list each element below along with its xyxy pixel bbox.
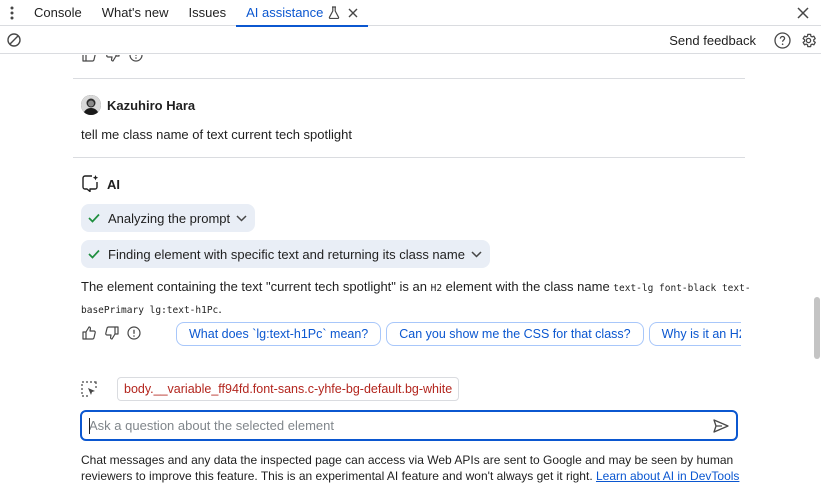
step-analyzing-prompt[interactable]: Analyzing the prompt [81,204,256,232]
user-message-header: Kazuhiro Hara [81,95,195,115]
suggestion-chip[interactable]: What does `lg:text-h1Pc` mean? [176,322,382,346]
tab-ai-assistance[interactable]: AI assistance [236,0,369,27]
divider [73,157,745,158]
ai-sparkle-icon [81,174,99,195]
answer-text: The element containing the text "current… [81,279,431,294]
tab-console[interactable]: Console [24,0,92,26]
tab-label: Console [34,5,82,20]
select-element-icon[interactable] [81,379,107,399]
ai-toolbar: Send feedback [0,27,821,54]
avatar [81,95,101,115]
step-label: Analyzing the prompt [108,210,231,226]
disclaimer: Chat messages and any data the inspected… [81,452,749,484]
ai-name: AI [107,177,120,192]
more-vert-icon[interactable] [0,0,24,26]
chevron-down-icon [236,214,247,222]
tab-issues[interactable]: Issues [179,0,237,26]
step-finding-element[interactable]: Finding element with specific text and r… [81,240,490,268]
answer-code-tag: H2 [430,283,443,294]
tab-label: Issues [188,5,227,20]
prompt-input[interactable] [82,412,706,439]
text-caret [89,418,90,434]
suggestion-chip[interactable]: Can you show me the CSS for that class? [386,322,644,346]
prompt-input-container [80,410,738,441]
tab-bar: Console What's new Issues AI assistance [0,0,821,27]
answer-text: element with the class name [442,279,614,294]
ai-answer-text: The element containing the text "current… [81,277,751,321]
learn-more-link[interactable]: Learn about AI in DevTools [596,469,739,483]
suggestion-chip[interactable]: Why is it an H2 element? [648,322,741,346]
send-icon[interactable] [706,412,736,439]
scrollbar[interactable] [812,55,821,448]
user-message-text: tell me class name of text current tech … [81,127,352,142]
selected-context: body.__variable_ff94fd.font-sans.c-yhfe-… [81,377,460,401]
divider [73,78,745,79]
tab-whats-new[interactable]: What's new [92,0,179,26]
thumbs-down-icon[interactable] [104,325,120,344]
scrollbar-thumb[interactable] [814,297,820,359]
user-name: Kazuhiro Hara [107,97,196,113]
close-icon[interactable] [793,3,813,23]
gear-icon[interactable] [795,27,821,53]
thumbs-up-icon[interactable] [81,325,97,344]
flask-icon [328,6,340,19]
ai-message-header: AI [81,174,120,195]
check-icon [88,213,100,223]
chevron-down-icon [471,250,482,258]
tab-label: What's new [101,5,169,20]
report-icon[interactable] [127,325,141,343]
clear-icon[interactable] [1,27,27,53]
report-icon[interactable] [129,55,143,65]
check-icon [88,249,100,259]
send-feedback-link[interactable]: Send feedback [669,33,756,48]
help-icon[interactable] [769,27,795,53]
thumbs-up-icon[interactable] [81,55,97,66]
step-label: Finding element with specific text and r… [108,246,465,262]
previous-rating-row [81,55,143,66]
conversation-area: Kazuhiro Hara tell me class name of text… [0,55,812,448]
thumbs-down-icon[interactable] [105,55,121,66]
answer-text: . [218,301,222,316]
tab-label: AI assistance [246,5,324,20]
close-icon[interactable] [348,8,358,18]
answer-actions: What does `lg:text-h1Pc` mean? Can you s… [81,321,741,347]
selected-element-chip[interactable]: body.__variable_ff94fd.font-sans.c-yhfe-… [117,377,460,401]
